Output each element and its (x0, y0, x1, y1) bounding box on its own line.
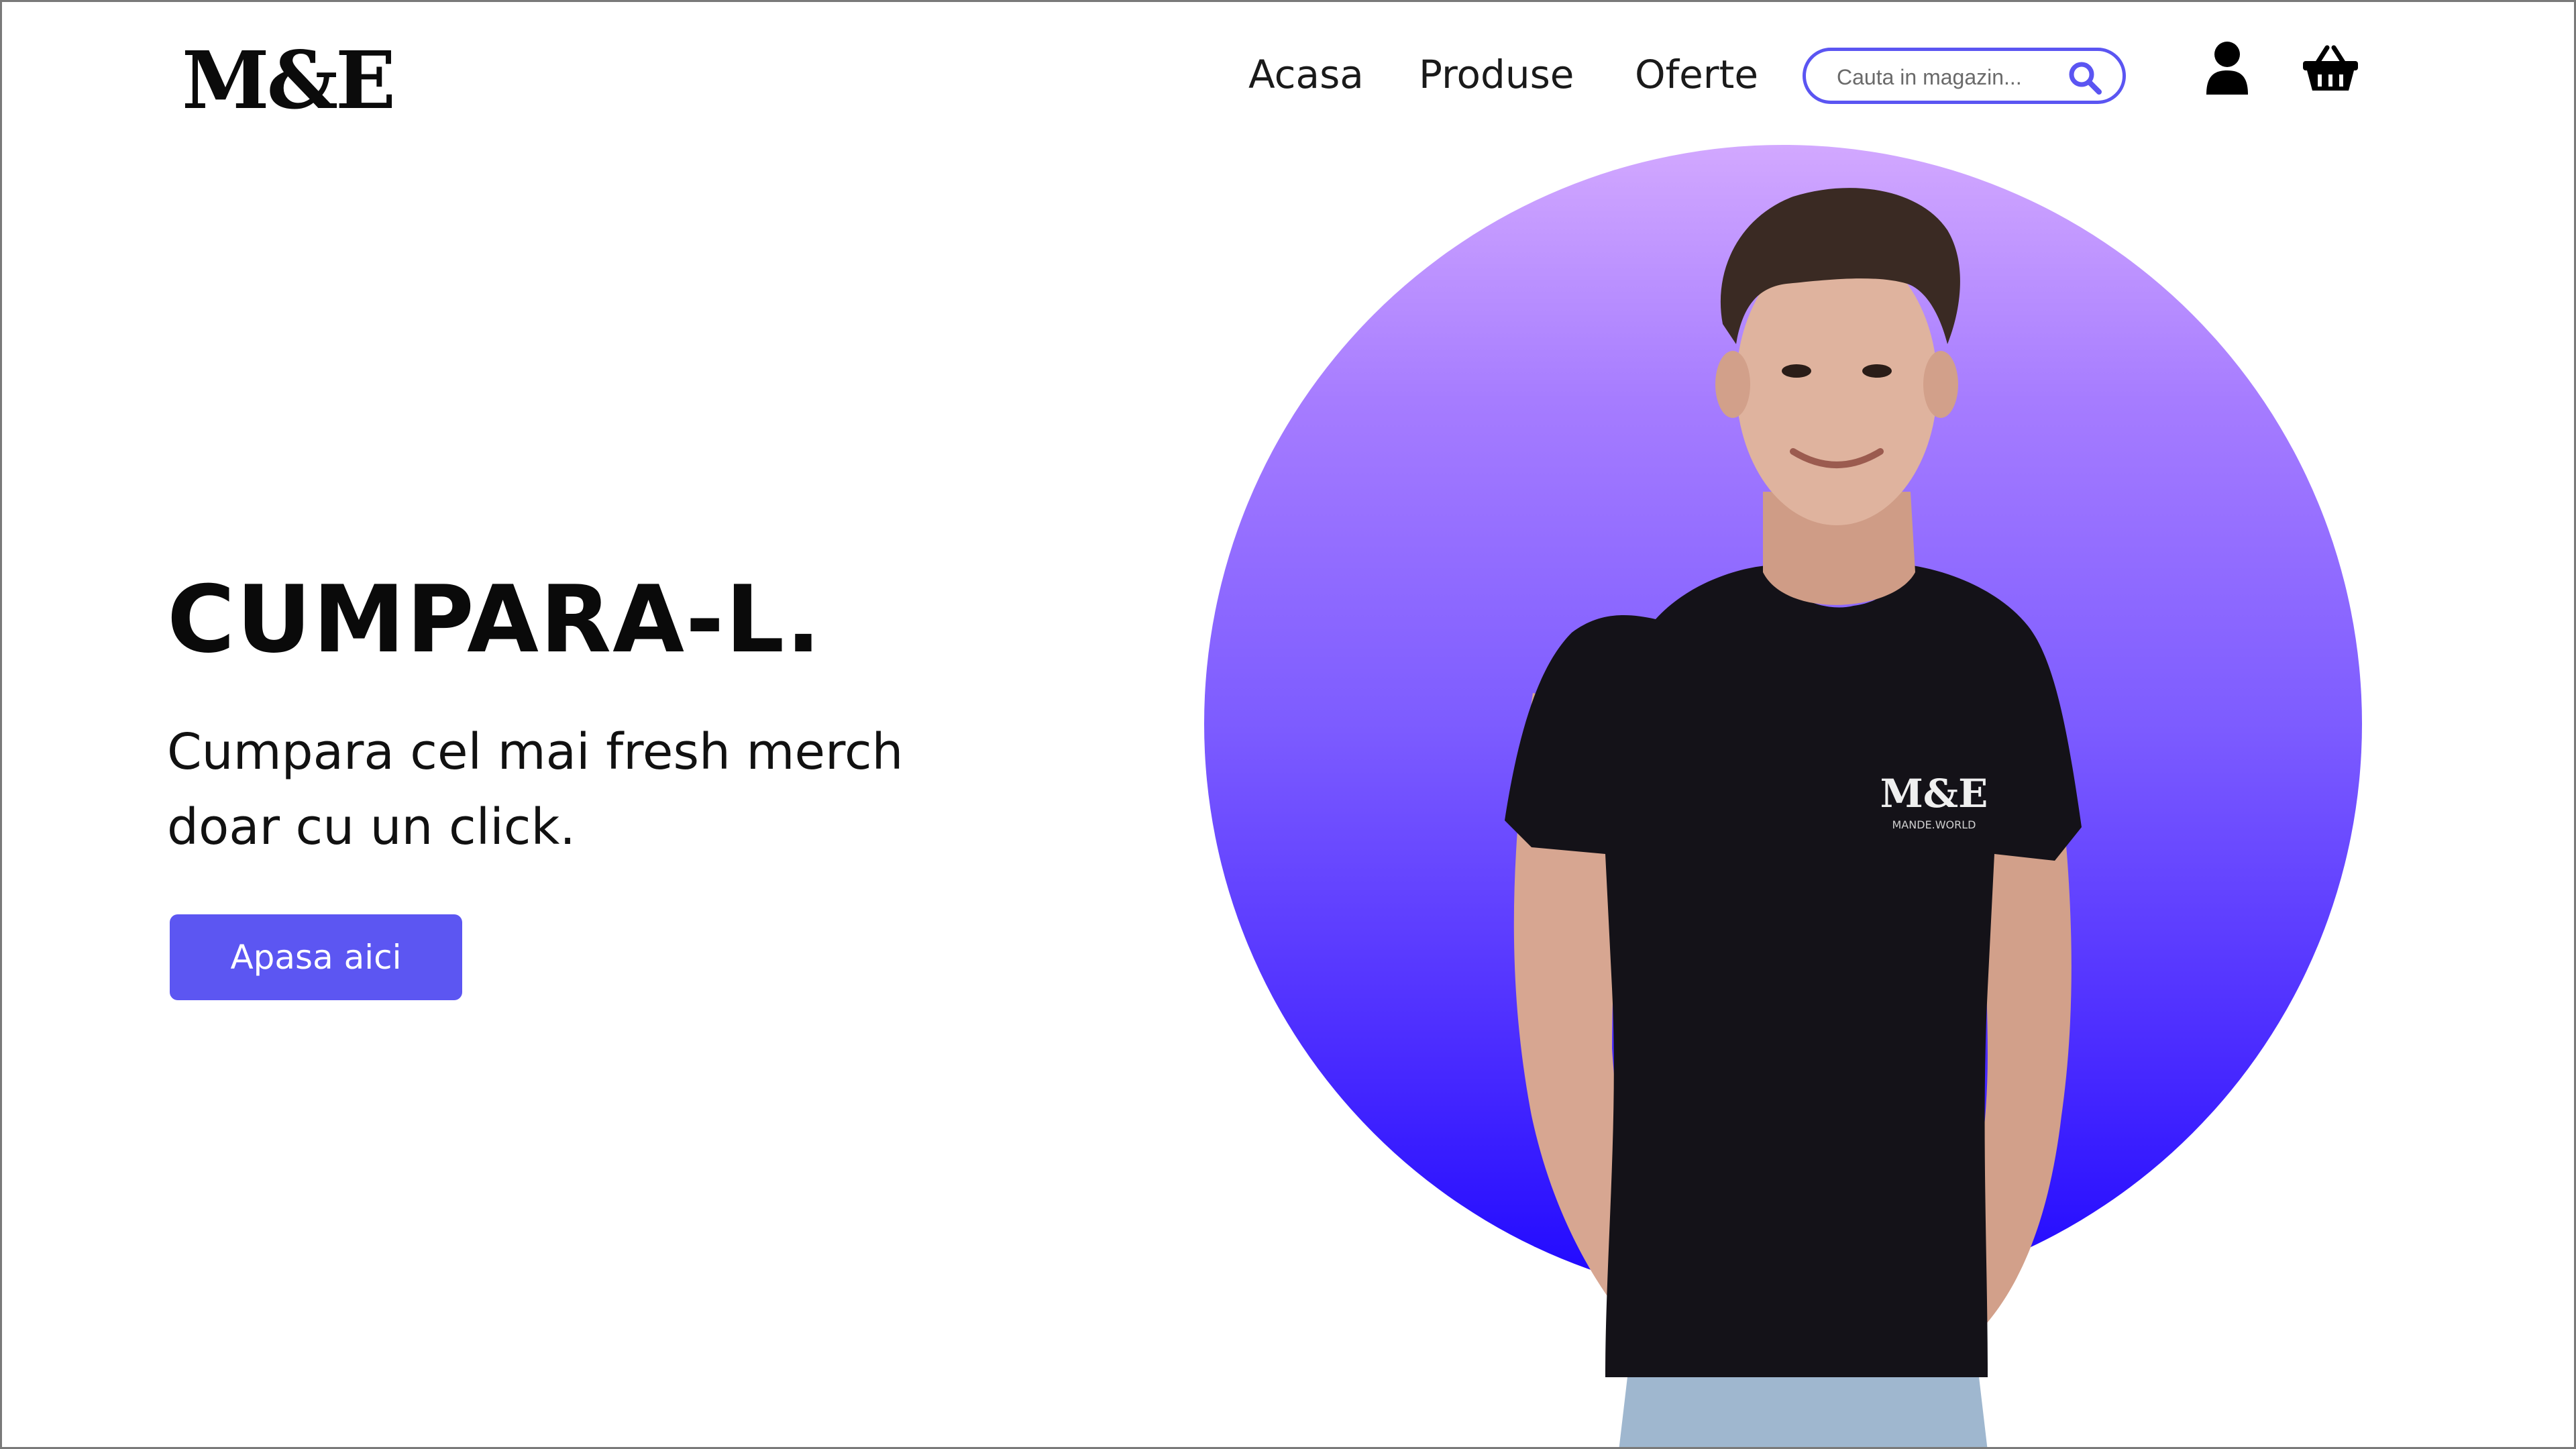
search-icon[interactable] (2068, 60, 2102, 95)
page-frame: M&E Acasa Produse Oferte CUMPARA-L. Cump… (0, 0, 2576, 1449)
user-icon[interactable] (2205, 41, 2249, 95)
basket-icon[interactable] (2302, 45, 2359, 92)
nav-link-oferte[interactable]: Oferte (1635, 52, 1758, 97)
hero-subtitle-line-2: doar cu un click. (167, 798, 576, 856)
model-photo: M&E MANDE.WORLD (1505, 188, 2082, 1447)
shirt-tagline: MANDE.WORLD (1892, 818, 1976, 831)
brand-logo[interactable]: M&E (182, 41, 396, 120)
hero-title: CUMPARA-L. (167, 566, 822, 674)
hero-subtitle-line-1: Cumpara cel mai fresh merch (167, 723, 904, 781)
nav-link-acasa[interactable]: Acasa (1248, 52, 1364, 97)
search-box (1803, 48, 2126, 104)
nav-link-produse[interactable]: Produse (1419, 52, 1574, 97)
cta-button[interactable]: Apasa aici (170, 914, 462, 1000)
search-input[interactable] (1835, 62, 2059, 93)
shirt-logo: M&E (1880, 771, 1988, 816)
hero-subtitle: Cumpara cel mai fresh merch doar cu un c… (167, 714, 1039, 865)
